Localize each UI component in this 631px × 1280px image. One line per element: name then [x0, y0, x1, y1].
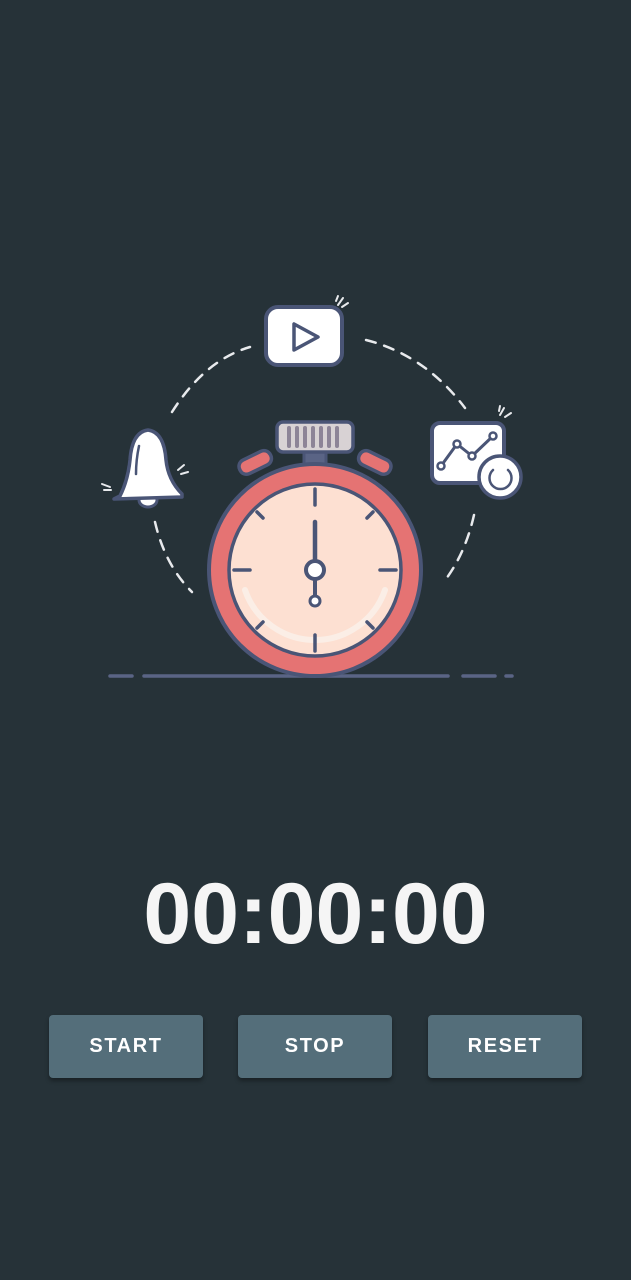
- chart-icon: [430, 405, 523, 500]
- reset-button[interactable]: RESET: [428, 1015, 582, 1078]
- stop-button[interactable]: STOP: [238, 1015, 392, 1078]
- start-button[interactable]: START: [49, 1015, 203, 1078]
- stopwatch-screen: 00:00:00 START STOP RESET: [0, 0, 631, 1280]
- bell-icon: [101, 428, 189, 509]
- stopwatch-icon: [207, 420, 423, 678]
- play-icon: [264, 295, 349, 367]
- timer-display: 00:00:00: [143, 866, 488, 962]
- stopwatch-illustration: [101, 295, 523, 678]
